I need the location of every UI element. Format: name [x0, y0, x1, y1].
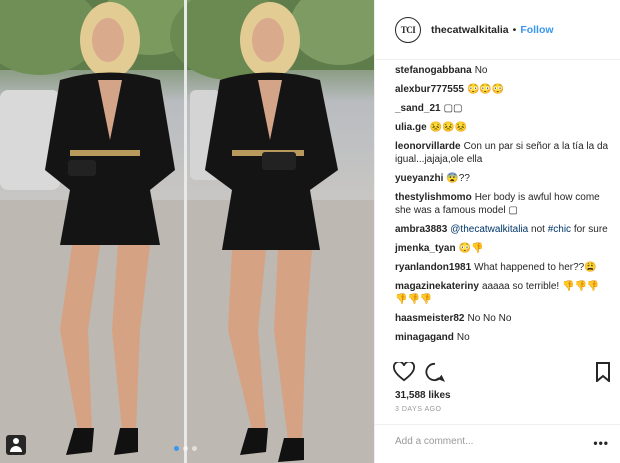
post-image[interactable] [0, 0, 374, 463]
carousel-dot[interactable] [192, 446, 197, 451]
comment-item: jmenka_tyan 😳👎 [395, 242, 611, 255]
carousel-dot[interactable] [183, 446, 188, 451]
comment-item: ulia.ge 😣😣😣 [395, 121, 611, 134]
more-options-button[interactable]: ••• [593, 436, 609, 450]
comment-username[interactable]: magazinekateriny [395, 281, 479, 292]
comment-item: _sand_21 ▢▢ [395, 102, 611, 115]
heart-icon[interactable] [393, 362, 415, 382]
comment-username[interactable]: haasmeister82 [395, 313, 465, 324]
comment-username[interactable]: ulia.ge [395, 122, 427, 133]
comment-item: ryanlandon1981 What happened to her??😩 [395, 261, 611, 274]
comment-mention[interactable]: @thecatwalkitalia [450, 224, 528, 235]
comment-text: 😨?? [446, 173, 470, 184]
comment-username[interactable]: ryanlandon1981 [395, 262, 471, 273]
comment-item: stefanogabbana No [395, 64, 611, 77]
post-timestamp: 3 DAYS AGO [395, 406, 442, 413]
comment-username[interactable]: ambra3883 [395, 224, 447, 235]
comment-item: thestylishmomo Her body is awful how come… [395, 191, 611, 217]
comment-item: leonorvillarde Con un par si señor a la t… [395, 140, 611, 166]
comment-item: alexbur777555 😳😳😳 [395, 83, 611, 96]
comment-text: 😳😳😳 [466, 84, 505, 95]
post-username[interactable]: thecatwalkitalia [431, 24, 509, 36]
carousel-dot[interactable] [174, 446, 179, 451]
comment-text: 😳👎 [458, 243, 484, 254]
comment-text: No No No [467, 313, 512, 324]
header-separator: • [512, 23, 517, 36]
comment-text: No [474, 65, 488, 76]
bookmark-icon[interactable] [595, 362, 611, 382]
comment-input[interactable] [393, 435, 577, 448]
comment-username[interactable]: yueyanzhi [395, 173, 443, 184]
action-bar [393, 362, 613, 384]
comment-username[interactable]: stefanogabbana [395, 65, 472, 76]
add-comment-bar: ••• [375, 424, 620, 463]
comment-username[interactable]: alexbur777555 [395, 84, 464, 95]
comment-username[interactable]: jmenka_tyan [395, 243, 456, 254]
comment-username[interactable]: _sand_21 [395, 103, 441, 114]
comment-list: stefanogabbana No alexbur777555 😳😳😳 _sand_… [395, 64, 611, 350]
comment-username[interactable]: leonorvillarde [395, 141, 461, 152]
image-divider [184, 0, 187, 463]
follow-button[interactable]: Follow [520, 24, 553, 36]
avatar[interactable]: TCI [395, 16, 421, 43]
likes-count[interactable]: 31,588 likes [395, 390, 451, 401]
comment-icon[interactable] [425, 362, 445, 382]
comment-item: yueyanzhi 😨?? [395, 172, 611, 185]
comment-text: not [531, 224, 545, 235]
post-header: TCI thecatwalkitalia • Follow [375, 0, 620, 60]
comment-item: haasmeister82 No No No [395, 312, 611, 325]
post-sidebar: TCI thecatwalkitalia • Follow stefanogab… [374, 0, 620, 463]
comment-username[interactable]: minagagand [395, 332, 454, 343]
user-tag-icon[interactable] [6, 435, 26, 455]
carousel-dots [174, 446, 197, 451]
comment-text: No [456, 332, 470, 343]
comment-text: 😣😣😣 [429, 122, 468, 133]
comment-item: ambra3883 @thecatwalkitalia not #chic for… [395, 223, 611, 236]
comment-item: minagagand No [395, 331, 611, 344]
comment-hashtag[interactable]: #chic [548, 224, 571, 235]
comment-text: for sure [573, 224, 608, 235]
comment-text: What happened to her??😩 [474, 262, 597, 273]
comment-item: magazinekateriny aaaaa so terrible! 👎👎👎👎👎… [395, 280, 611, 306]
post-image-illustration [0, 0, 374, 463]
comment-text: ▢▢ [443, 103, 463, 114]
comment-username[interactable]: thestylishmomo [395, 192, 472, 203]
